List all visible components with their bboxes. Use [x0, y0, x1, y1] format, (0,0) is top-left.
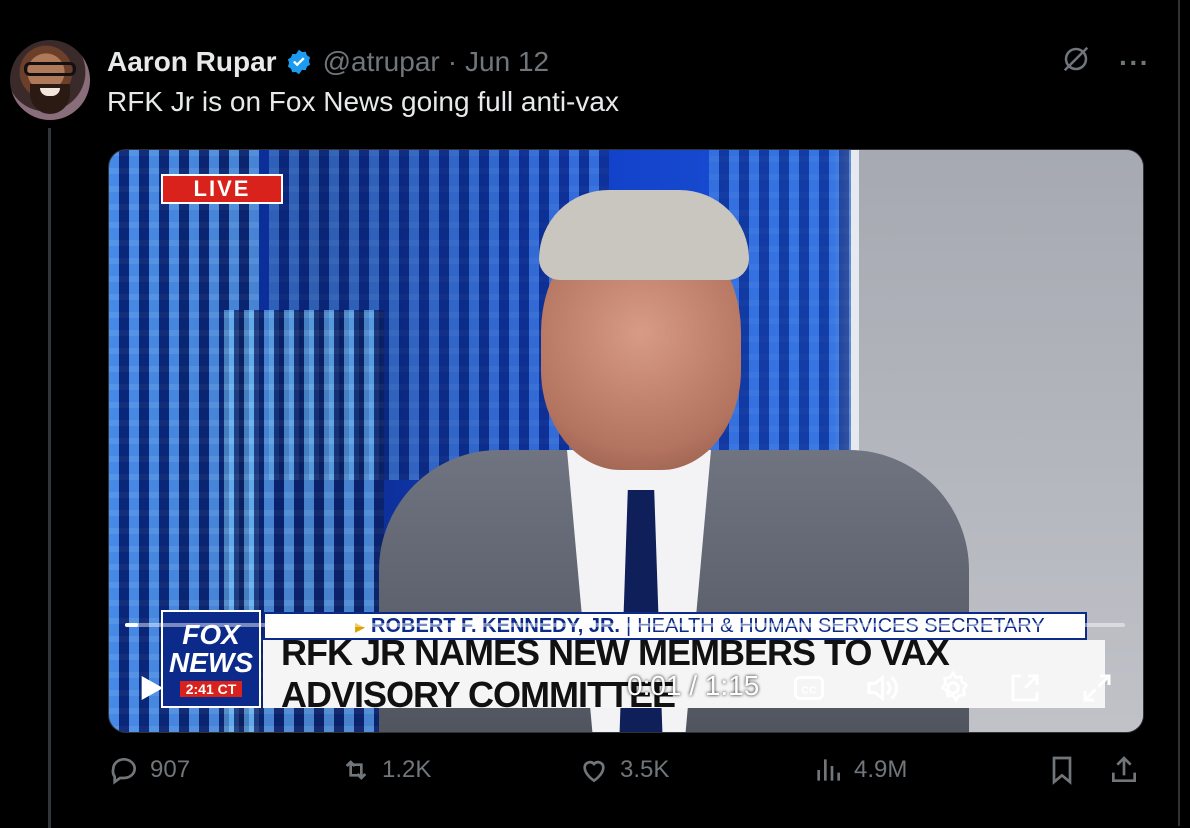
separator-dot: ·	[447, 46, 458, 77]
engagement-bar: 907 1.2K 3.5K 4.9M	[108, 754, 1142, 798]
bookmark-icon	[1052, 756, 1072, 785]
share-button[interactable]	[1108, 754, 1140, 786]
views-icon	[817, 759, 840, 781]
like-button[interactable]: 3.5K	[578, 754, 669, 786]
reply-button[interactable]: 907	[108, 754, 190, 786]
live-badge: LIVE	[161, 174, 283, 204]
video-controls: 0:01 / 1:15 CC	[109, 662, 1143, 712]
share-icon	[1112, 756, 1136, 782]
svg-text:CC: CC	[801, 684, 817, 696]
heart-icon	[583, 760, 605, 783]
settings-icon[interactable]	[935, 670, 971, 706]
repost-button[interactable]: 1.2K	[340, 754, 431, 786]
reply-icon	[111, 757, 136, 785]
views-button[interactable]: 4.9M	[812, 754, 907, 786]
author-name[interactable]: Aaron Rupar	[107, 46, 277, 78]
repost-icon	[345, 760, 367, 780]
post-date[interactable]: Jun 12	[465, 46, 549, 78]
video-timecode: 0:01 / 1:15	[627, 670, 760, 701]
repost-count: 1.2K	[382, 756, 432, 783]
fullscreen-icon[interactable]	[1079, 670, 1115, 706]
column-border	[1178, 0, 1180, 826]
avatar[interactable]	[10, 40, 90, 120]
views-count: 4.9M	[854, 756, 908, 783]
play-icon[interactable]	[135, 670, 167, 706]
author-handle[interactable]: @atrupar	[323, 46, 440, 78]
bookmark-button[interactable]	[1046, 754, 1078, 786]
scrubber-progress	[125, 623, 138, 627]
video-scrubber[interactable]	[125, 623, 1125, 627]
avatar-glasses	[24, 62, 76, 76]
captions-icon[interactable]: CC	[791, 670, 827, 706]
video-player[interactable]: LIVE ▸ ROBERT F. KENNEDY, JR. | HEALTH &…	[108, 149, 1144, 733]
tweet-header: Aaron Rupar @atrupar · Jun 12	[107, 42, 549, 82]
like-count: 3.5K	[620, 756, 670, 783]
more-options-icon[interactable]: ···	[1119, 47, 1150, 79]
verified-badge-icon	[285, 48, 313, 76]
subject-hair	[539, 190, 749, 280]
volume-icon[interactable]	[863, 670, 899, 706]
reply-count: 907	[150, 756, 191, 783]
tweet-text: RFK Jr is on Fox News going full anti-va…	[107, 86, 619, 117]
pip-icon[interactable]	[1007, 670, 1043, 706]
thread-line	[48, 128, 51, 828]
top-actions: ···	[1061, 44, 1150, 81]
grok-icon[interactable]	[1061, 44, 1091, 81]
